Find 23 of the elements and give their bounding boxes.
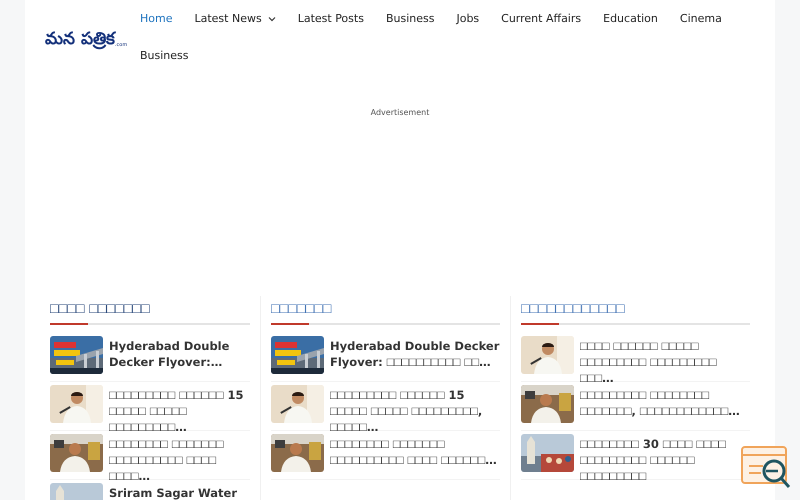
post-title[interactable]: □□□□ □□□□□□ □□□□□ □□□□□□□□□ □□□□□□□□□ □□□… — [580, 338, 740, 386]
post-title[interactable]: □□□□□□□□□ □□□□□□□□ □□□□□□□, □□□□□□□□□□□□… — [580, 387, 740, 419]
nav-link[interactable]: Business — [374, 0, 446, 37]
section-heading[interactable]: □□□□ □□□□□□□ — [50, 296, 250, 319]
nav-link[interactable]: Latest News — [183, 0, 287, 37]
post-title[interactable]: □□□□□□□□□ □□□□□□ 15 □□□□□ □□□□□ □□□□□□□□□… — [109, 387, 250, 435]
section-heading[interactable]: □□□□□□□□□□□□ — [521, 296, 750, 319]
post-title[interactable]: □□□□□□□□ □□□□□□□ □□□□□□□□□□ □□□□ □□□□□□… — [330, 436, 500, 468]
post-title[interactable]: □□□□□□□□ 30 □□□□ □□□□ □□□□□□□□□ □□□□□□ □□□□□□□□□ — [580, 436, 740, 484]
nav-link[interactable]: Cinema — [668, 0, 733, 37]
nav-link[interactable]: Jobs — [445, 0, 490, 37]
nav-link[interactable]: Education — [592, 0, 669, 37]
post-title[interactable]: Hyderabad Double Decker Flyover:… — [109, 338, 250, 370]
post-title[interactable]: Sriram Sagar Water — [109, 485, 238, 500]
nav-link[interactable]: Business — [129, 37, 200, 74]
nav-link[interactable]: Home — [129, 0, 184, 37]
section-heading[interactable]: □□□□□□□ — [271, 296, 500, 319]
post-title[interactable]: Hyderabad Double Decker Flyover: □□□□□□□□□□ □□… — [330, 338, 500, 370]
advertisement-label: Advertisement — [370, 108, 430, 119]
nav-link[interactable]: Current Affairs — [490, 0, 592, 37]
post-title[interactable]: □□□□□□□□ □□□□□□□ □□□□□□□□□□ □□□□ □□□□… — [109, 436, 250, 484]
nav-link[interactable]: Latest Posts — [286, 0, 375, 37]
post-title[interactable]: □□□□□□□□□ □□□□□□ 15 □□□□□ □□□□□ □□□□□□□□□, □□□□□… — [330, 387, 500, 435]
